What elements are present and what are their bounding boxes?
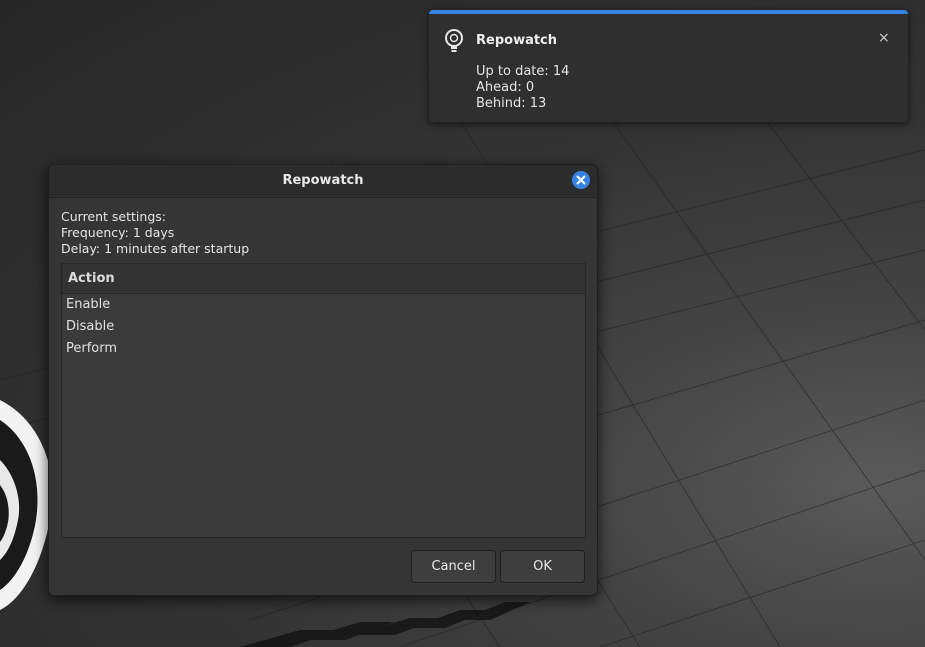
current-settings-text: Current settings: Frequency: 1 days Dela… [61,209,249,257]
notification-line-up-to-date: Up to date: 14 [476,64,570,79]
ok-button[interactable]: OK [500,550,585,583]
action-column-header-label: Action [68,271,115,286]
settings-delay: Delay: 1 minutes after startup [61,241,250,256]
settings-heading: Current settings: [61,209,166,224]
notification-line-behind: Behind: 13 [476,96,547,111]
action-list[interactable]: Action Enable Disable Perform [61,263,586,538]
action-column-header[interactable]: Action [62,264,585,294]
action-item-perform[interactable]: Perform [62,338,585,360]
action-item-enable[interactable]: Enable [62,294,585,316]
notification-popup[interactable]: Repowatch Up to date: 14 Ahead: 0 Behind… [429,10,908,122]
cancel-button[interactable]: Cancel [411,550,496,583]
action-item-disable[interactable]: Disable [62,316,585,338]
repowatch-dialog: Repowatch Current settings: Frequency: 1… [48,164,598,596]
close-icon[interactable] [572,171,590,189]
action-item-label: Disable [66,319,115,334]
notification-line-ahead: Ahead: 0 [476,80,535,95]
dialog-titlebar[interactable]: Repowatch [49,165,597,198]
distro-logo [0,400,53,610]
action-item-label: Perform [66,341,118,356]
lightbulb-icon [443,28,465,56]
notification-body: Up to date: 14 Ahead: 0 Behind: 13 [476,64,569,112]
notification-title: Repowatch [476,33,558,48]
settings-frequency: Frequency: 1 days [61,225,175,240]
dialog-title: Repowatch [282,173,364,188]
notification-close-icon[interactable]: × [878,30,890,46]
action-item-label: Enable [66,297,111,312]
